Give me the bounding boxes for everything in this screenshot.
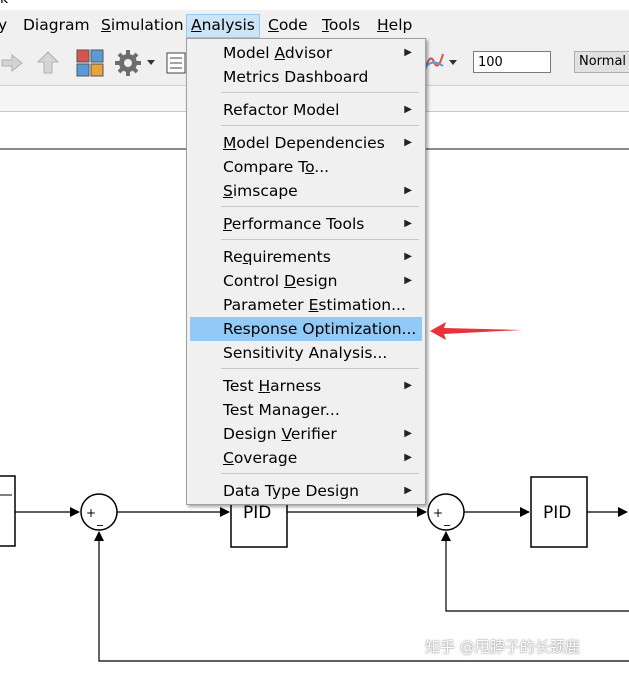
pid-label: PID — [243, 503, 271, 523]
sum-plus-sign: + — [86, 506, 96, 520]
scope-icon[interactable] — [424, 50, 444, 74]
sum-block-1[interactable]: + _ — [80, 493, 118, 531]
submenu-arrow-icon: ▶ — [404, 218, 412, 229]
submenu-arrow-icon: ▶ — [404, 137, 412, 148]
up-arrow-icon[interactable] — [36, 50, 60, 76]
menu-item-label: Sensitivity Analysis... — [223, 344, 388, 362]
pid-block-2[interactable]: PID — [530, 476, 588, 548]
menu-separator — [221, 368, 419, 369]
menu-item-label: Test Manager... — [223, 401, 340, 419]
submenu-arrow-icon: ▶ — [404, 452, 412, 463]
menu-code[interactable]: Code — [264, 14, 312, 38]
menu-diagram[interactable]: Diagram — [19, 14, 94, 38]
menu-item-model-dependencies[interactable]: Model Dependencies ▶ — [190, 131, 422, 155]
menu-item-label: Data Type Design — [223, 482, 359, 500]
menu-item-label: Coverage — [223, 449, 298, 467]
menu-item-performance-tools[interactable]: Performance Tools ▶ — [190, 212, 422, 236]
menu-item-model-advisor[interactable]: Model Advisor ▶ — [190, 41, 422, 65]
menu-item-label: Refactor Model — [223, 101, 340, 119]
simulation-mode-select[interactable]: Normal — [574, 51, 629, 73]
menu-item-label: Metrics Dashboard — [223, 68, 369, 86]
window-title-fragment: k — [0, 0, 8, 7]
menu-item-requirements[interactable]: Requirements ▶ — [190, 245, 422, 269]
red-pointer-arrow — [430, 322, 522, 340]
menu-bar: y Diagram Simulation Analysis Code Tools… — [0, 10, 629, 40]
sum-block-2[interactable]: + _ — [427, 493, 465, 531]
menu-help[interactable]: Help — [373, 14, 416, 38]
menu-separator — [221, 125, 419, 126]
submenu-arrow-icon: ▶ — [404, 428, 412, 439]
menu-item-control-design[interactable]: Control Design ▶ — [190, 269, 422, 293]
menu-separator — [221, 239, 419, 240]
submenu-arrow-icon: ▶ — [404, 485, 412, 496]
menu-item-design-verifier[interactable]: Design Verifier ▶ — [190, 422, 422, 446]
menu-separator — [221, 206, 419, 207]
submenu-arrow-icon: ▶ — [404, 47, 412, 58]
menu-separator — [221, 92, 419, 93]
submenu-arrow-icon: ▶ — [404, 104, 412, 115]
menu-item-label: Response Optimization... — [223, 320, 417, 338]
submenu-arrow-icon: ▶ — [404, 380, 412, 391]
stop-time-input[interactable] — [473, 51, 551, 73]
menu-item-refactor-model[interactable]: Refactor Model ▶ — [190, 98, 422, 122]
window-title-strip: k — [0, 0, 629, 10]
watermark: 知乎 @甩脖子的长颈鹿 — [425, 638, 580, 656]
sum-minus-sign: _ — [96, 512, 104, 526]
submenu-arrow-icon: ▶ — [404, 275, 412, 286]
menu-item-label: Requirements — [223, 248, 331, 266]
model-explorer-icon[interactable] — [166, 51, 186, 75]
menu-item-test-harness[interactable]: Test Harness ▶ — [190, 374, 422, 398]
menu-item-label: Parameter Estimation... — [223, 296, 406, 314]
menu-item-test-manager[interactable]: Test Manager... — [190, 398, 422, 422]
left-block[interactable] — [0, 475, 16, 547]
menu-view[interactable]: y — [0, 14, 11, 38]
menu-item-label: Model Dependencies — [223, 134, 385, 152]
library-browser-icon[interactable] — [76, 49, 104, 77]
menu-item-sensitivity-analysis[interactable]: Sensitivity Analysis... — [190, 341, 422, 365]
submenu-arrow-icon: ▶ — [404, 251, 412, 262]
menu-item-label: Model Advisor — [223, 44, 333, 62]
sum-plus-sign: + — [433, 506, 443, 520]
pid-label: PID — [543, 503, 571, 523]
menu-simulation[interactable]: Simulation — [97, 14, 188, 38]
chevron-down-icon[interactable] — [448, 59, 458, 67]
menu-item-data-type-design[interactable]: Data Type Design ▶ — [190, 479, 422, 503]
sum-minus-sign: _ — [443, 512, 451, 526]
menu-item-label: Compare To... — [223, 158, 330, 176]
menu-tools[interactable]: Tools — [318, 14, 364, 38]
gear-icon[interactable] — [114, 49, 142, 77]
menu-analysis[interactable]: Analysis — [186, 14, 260, 38]
menu-item-metrics-dashboard[interactable]: Metrics Dashboard — [190, 65, 422, 89]
menu-separator — [221, 473, 419, 474]
menu-item-parameter-estimation[interactable]: Parameter Estimation... — [190, 293, 422, 317]
forward-arrow-icon[interactable] — [0, 52, 26, 74]
menu-item-label: Test Harness — [223, 377, 322, 395]
menu-item-label: Simscape — [223, 182, 298, 200]
menu-item-response-optimization[interactable]: Response Optimization... — [190, 317, 422, 341]
menu-item-simscape[interactable]: Simscape ▶ — [190, 179, 422, 203]
menu-item-label: Performance Tools — [223, 215, 365, 233]
menu-item-label: Design Verifier — [223, 425, 337, 443]
submenu-arrow-icon: ▶ — [404, 185, 412, 196]
chevron-down-icon[interactable] — [146, 59, 156, 67]
menu-item-label: Control Design — [223, 272, 338, 290]
menu-item-compare-to[interactable]: Compare To... — [190, 155, 422, 179]
analysis-dropdown-menu: Model Advisor ▶ Metrics Dashboard Refactor … — [186, 38, 426, 505]
menu-item-coverage[interactable]: Coverage ▶ — [190, 446, 422, 470]
